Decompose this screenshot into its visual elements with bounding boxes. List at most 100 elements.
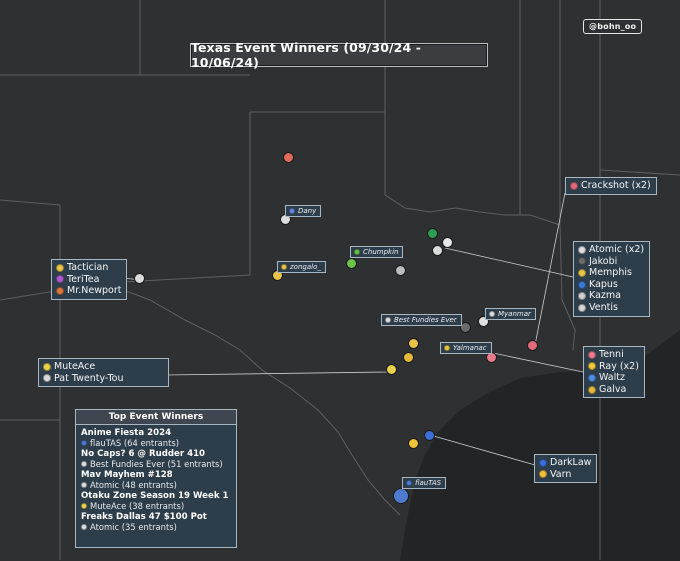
top-event-winners-panel: Top Event Winners Anime Fiesta 2024 flau…: [75, 409, 237, 548]
player-name: Tenni: [599, 349, 624, 360]
marker-dallas-2[interactable]: [432, 245, 443, 256]
callout-row: Crackshot (x2): [570, 180, 651, 192]
winner-text: Atomic (35 entrants): [90, 522, 177, 532]
player-name: TeriTea: [67, 273, 100, 285]
credit-badge: @bohn_oo: [583, 19, 643, 34]
tag-label: Chumpkin: [363, 248, 399, 256]
event-name: Otaku Zone Season 19 Week 1: [81, 491, 229, 501]
player-name: Kapus: [589, 278, 618, 290]
callout-southwest[interactable]: MuteAce Pat Twenty-Tou: [38, 358, 169, 388]
callout-row: MuteAce: [43, 361, 163, 373]
tag-label: zongalo_: [290, 263, 321, 271]
tag-yalmanac[interactable]: Yalmanac: [440, 342, 492, 354]
marker-dallas-3[interactable]: [442, 237, 453, 248]
dark-character-icon: [578, 257, 586, 266]
panel-body: Anime Fiesta 2024 flauTAS (64 entrants) …: [76, 425, 236, 532]
callout-row: DarkLaw: [539, 457, 591, 469]
red-character-icon: [56, 286, 64, 295]
event-winner: MuteAce (38 entrants): [81, 501, 231, 511]
marker-rgv[interactable]: [393, 488, 409, 504]
player-name: Ventis: [589, 301, 618, 313]
character-icon: [444, 345, 450, 351]
pink-character-icon: [570, 181, 578, 190]
blue-character-icon: [539, 458, 547, 467]
character-icon: [354, 249, 360, 255]
player-name: Varn: [550, 468, 572, 480]
tag-chumpkin[interactable]: Chumpkin: [350, 246, 404, 258]
marker-beaumont[interactable]: [527, 340, 538, 351]
character-icon: [81, 461, 87, 467]
tag-label: Best Fundies Ever: [394, 316, 457, 324]
character-icon: [81, 524, 87, 530]
player-name: Memphis: [589, 267, 632, 279]
callout-row: Kapus: [578, 279, 644, 291]
tag-flautas[interactable]: flauTAS: [402, 477, 447, 489]
callout-row: Varn: [539, 469, 591, 481]
black-white-character-icon: [578, 245, 586, 254]
player-name: MuteAce: [54, 361, 96, 372]
marker-corpus-2[interactable]: [424, 430, 435, 441]
callout-dallas[interactable]: Atomic (x2) Jakobi Memphis Kapus Kazma V…: [573, 241, 651, 317]
callout-row: Atomic (x2): [578, 244, 644, 256]
marker-austin-2[interactable]: [403, 352, 414, 363]
tag-best-fundies[interactable]: Best Fundies Ever: [381, 314, 462, 326]
black-white-character-icon: [578, 292, 586, 301]
tag-dany[interactable]: Dany: [285, 205, 322, 217]
character-icon: [385, 317, 391, 323]
tag-myanmar[interactable]: Myanmar: [485, 308, 536, 320]
callout-row: Ventis: [578, 302, 644, 314]
winner-text: Best Fundies Ever (51 entrants): [90, 459, 223, 469]
panel-heading: Top Event Winners: [76, 410, 236, 425]
player-name: Tactician: [67, 262, 109, 273]
callout-row: Waltz: [588, 372, 639, 384]
player-name: Jakobi: [589, 255, 618, 267]
yellow-character-icon: [578, 268, 586, 277]
event-name: No Caps? 6 @ Rudder 410: [81, 449, 206, 459]
character-icon: [406, 480, 412, 486]
player-name: Galva: [599, 383, 627, 395]
winner-text: MuteAce (38 entrants): [90, 501, 185, 511]
event-name: Anime Fiesta 2024: [81, 428, 172, 438]
character-icon: [489, 311, 495, 317]
character-icon: [289, 208, 295, 214]
player-name: Ray (x2): [599, 360, 639, 372]
callout-row: Jakobi: [578, 256, 644, 268]
player-name: Mr.Newport: [67, 285, 122, 297]
yellow-character-icon: [539, 470, 547, 479]
yellow-character-icon: [588, 385, 596, 394]
black-white-character-icon: [43, 374, 51, 383]
marker-san-antonio[interactable]: [386, 364, 397, 375]
marker-dallas-1[interactable]: [427, 228, 438, 239]
callout-row: Galva: [588, 384, 639, 396]
callout-houston[interactable]: Tenni Ray (x2) Waltz Galva: [583, 346, 645, 399]
player-name: DarkLaw: [550, 457, 592, 468]
player-name: Atomic (x2): [589, 244, 645, 255]
callout-west[interactable]: Tactician TeriTea Mr.Newport: [51, 259, 128, 300]
player-name: Waltz: [599, 372, 625, 384]
marker-el-paso[interactable]: [134, 273, 145, 284]
marker-amarillo[interactable]: [283, 152, 294, 163]
yellow-character-icon: [56, 263, 64, 272]
marker-abilene[interactable]: [346, 258, 357, 269]
callout-row: Mr.Newport: [56, 285, 121, 297]
event-name: Freaks Dallas 47 $100 Pot: [81, 512, 207, 522]
marker-corpus-1[interactable]: [408, 438, 419, 449]
pink-character-icon: [588, 350, 596, 359]
tag-label: Dany: [298, 207, 317, 215]
event-winner: Atomic (35 entrants): [81, 522, 231, 532]
callout-row: Memphis: [578, 267, 644, 279]
blue-character-icon: [578, 280, 586, 289]
winner-text: Atomic (48 entrants): [90, 480, 177, 490]
marker-wichita[interactable]: [395, 265, 406, 276]
blue-character-icon: [588, 373, 596, 382]
winner-text: flauTAS (64 entrants): [90, 438, 180, 448]
tag-label: Myanmar: [498, 310, 531, 318]
callout-row: TeriTea: [56, 274, 121, 286]
callout-coast[interactable]: DarkLaw Varn: [534, 454, 598, 484]
callout-crackshot[interactable]: Crackshot (x2): [565, 177, 657, 195]
character-icon: [81, 440, 87, 446]
black-white-character-icon: [578, 303, 586, 312]
tag-zongalo[interactable]: zongalo_: [277, 261, 326, 273]
event-winner: Atomic (48 entrants): [81, 480, 231, 490]
marker-austin[interactable]: [408, 338, 419, 349]
